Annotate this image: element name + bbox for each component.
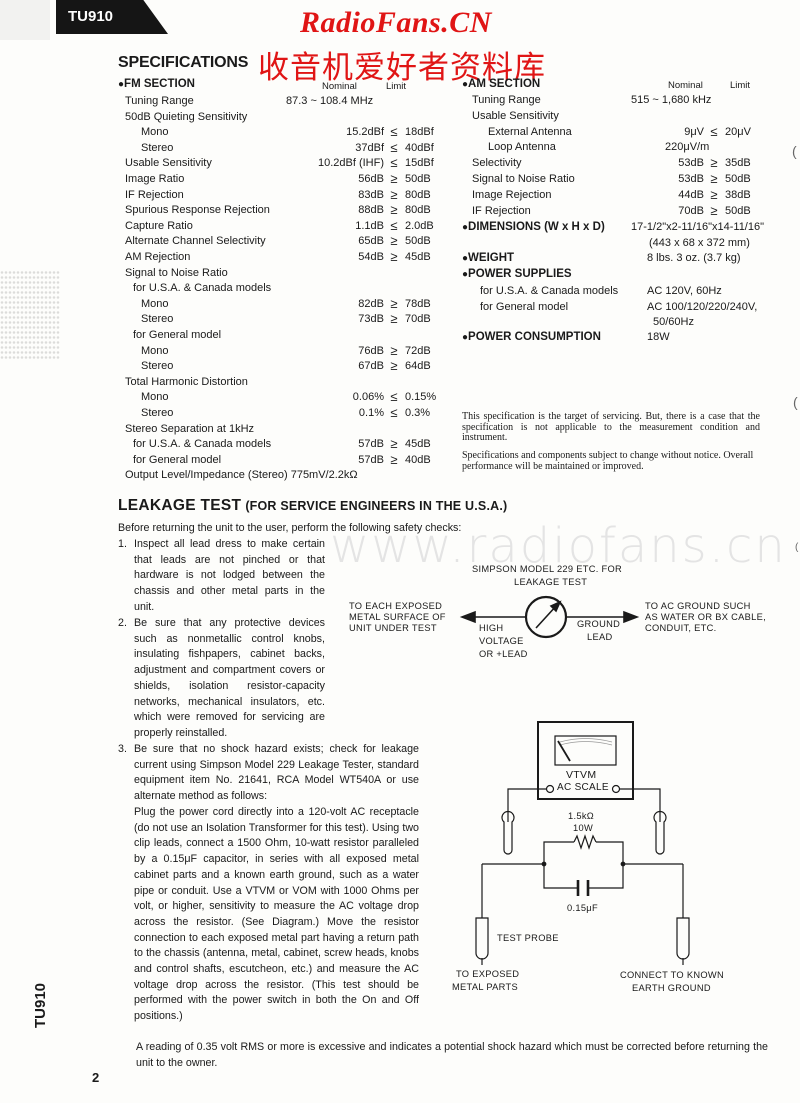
step-number: 2. <box>118 617 127 629</box>
resistor-wire-right <box>596 841 624 864</box>
diagram2-right-2: EARTH GROUND <box>632 983 711 993</box>
ac-scale-label: AC SCALE <box>557 782 609 795</box>
footer-model-vertical: TU910 <box>32 982 49 1028</box>
step-text: Inspect all lead dress to make certain t… <box>134 538 325 613</box>
page-number: 2 <box>92 1070 100 1085</box>
leakage-subtitle: (FOR SERVICE ENGINEERS IN THE U.S.A.) <box>245 499 508 513</box>
tester-diagram <box>459 595 640 639</box>
ground-probe-icon <box>676 917 690 960</box>
diagram2-right-1: CONNECT TO KNOWN <box>620 970 724 980</box>
leakage-step-1: 1. Inspect all lead dress to make certai… <box>118 537 325 617</box>
capacitor-wire-left <box>543 864 578 889</box>
vtvm-label: VTVM <box>566 769 597 781</box>
leakage-step-3: 3. Be sure that no shock hazard exists; … <box>118 742 421 1042</box>
test-probe-icon <box>475 917 489 960</box>
leakage-intro: Before returning the unit to the user, p… <box>118 522 462 534</box>
leakage-title-text: LEAKAGE TEST <box>118 497 242 514</box>
arrow-left-icon <box>459 610 476 624</box>
resistor-power: 10W <box>573 823 594 833</box>
step-number: 3. <box>118 743 127 755</box>
vtvm-circuit-diagram <box>475 721 690 965</box>
leakage-test-title: LEAKAGE TEST (FOR SERVICE ENGINEERS IN TH… <box>118 497 507 515</box>
diagram2-left-2: METAL PARTS <box>452 982 518 992</box>
leakage-step-2: 2. Be sure that any protective devices s… <box>118 616 325 742</box>
step-text-continued: Plug the power cord directly into a 120-… <box>134 806 419 1023</box>
leakage-conclusion: A reading of 0.35 volt RMS or more is ex… <box>136 1041 768 1069</box>
resistor-icon <box>573 834 597 850</box>
capacitor-wire-right <box>588 864 624 889</box>
resistor-value: 1.5kΩ <box>568 811 595 821</box>
junction-dot <box>541 861 547 867</box>
arrow-right-icon <box>623 610 640 624</box>
step-number: 1. <box>118 538 127 550</box>
test-probe-label: TEST PROBE <box>497 933 559 943</box>
diagram2-left-1: TO EXPOSED <box>456 969 520 979</box>
terminal-right-icon <box>611 784 621 794</box>
step-text: Be sure that no shock hazard exists; che… <box>134 743 419 803</box>
terminal-left-icon <box>545 784 555 794</box>
step-text: Be sure that any protective devices such… <box>134 617 325 739</box>
resistor-wire-left <box>543 841 574 864</box>
junction-dot <box>620 861 626 867</box>
capacitor-value: 0.15μF <box>567 903 598 913</box>
